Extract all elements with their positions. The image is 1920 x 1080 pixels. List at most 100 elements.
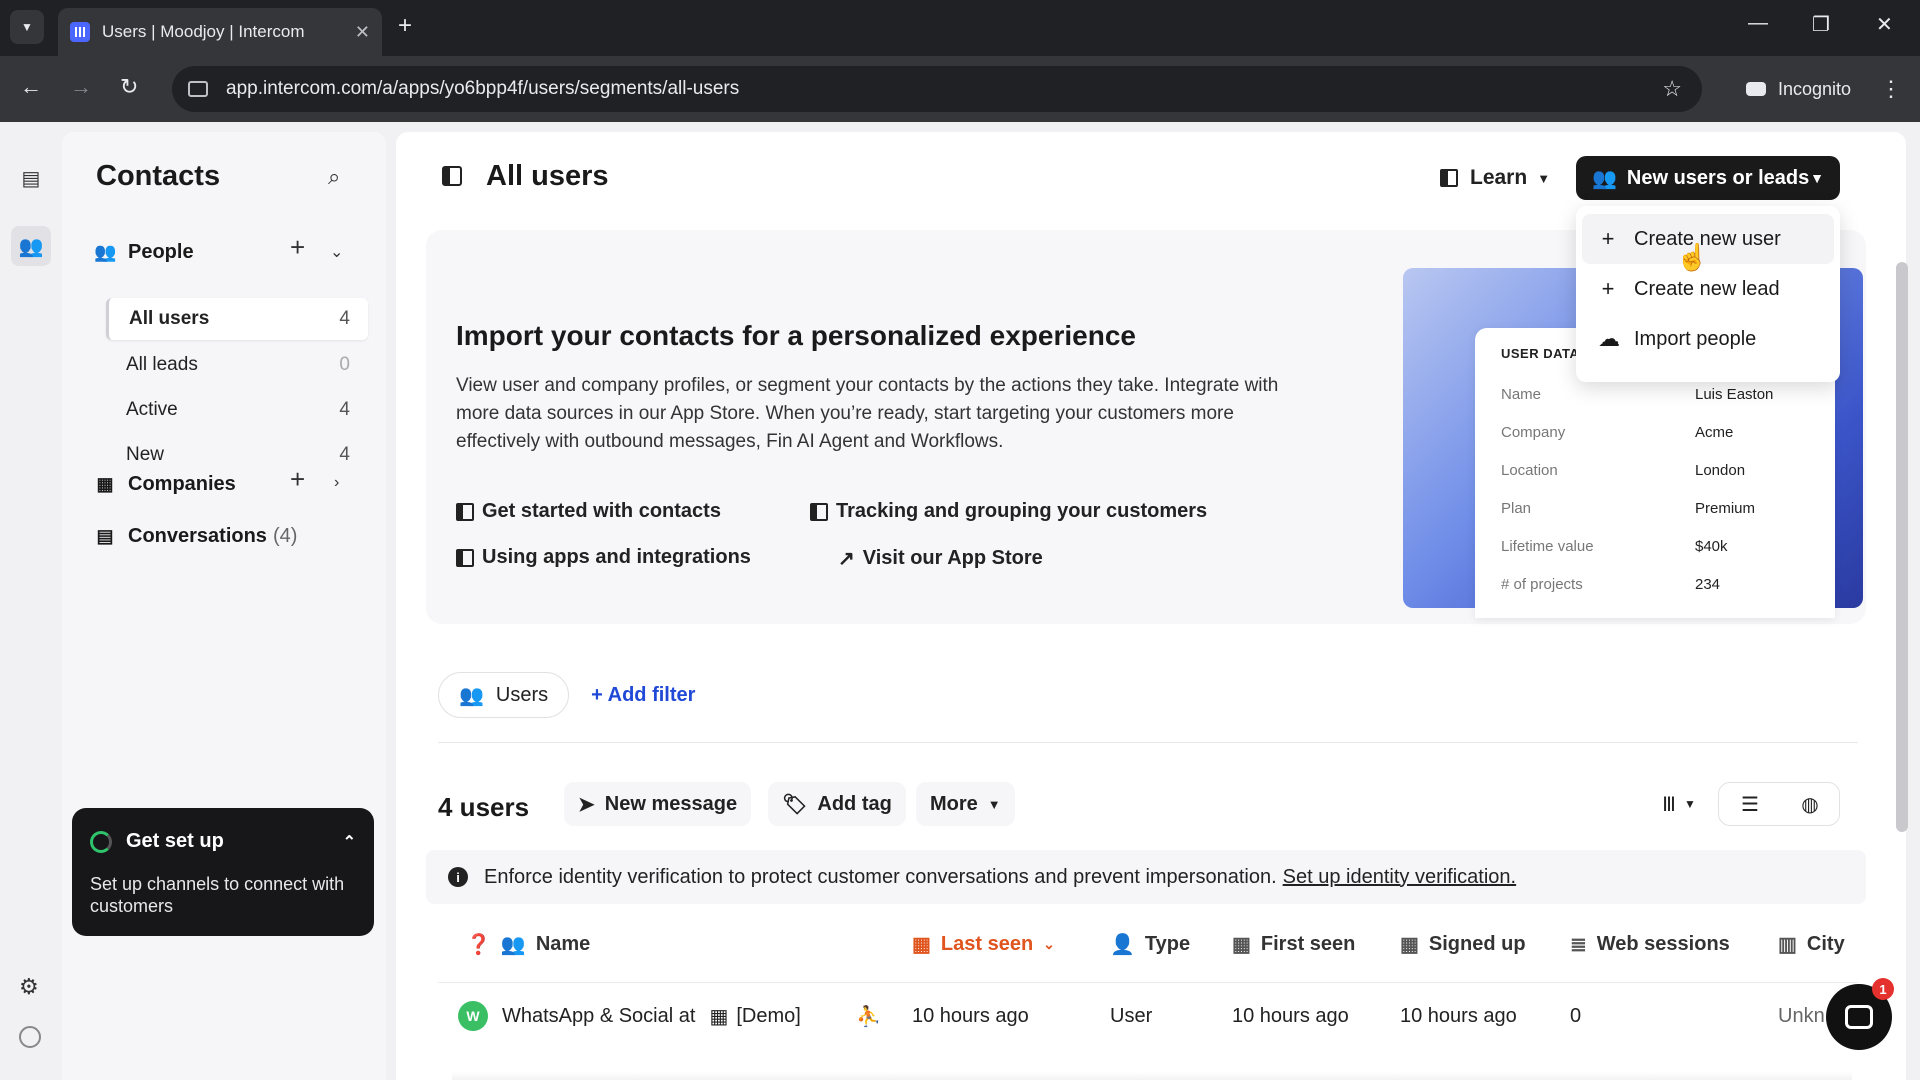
setup-identity-verification-link[interactable]: Set up identity verification. bbox=[1283, 866, 1516, 889]
add-company-segment-button[interactable]: + bbox=[290, 464, 305, 495]
user-data-row: Plan Premium bbox=[1501, 489, 1809, 527]
column-label: Last seen bbox=[940, 932, 1034, 955]
tab-title: Users | Moodjoy | Intercom bbox=[102, 22, 305, 41]
column-header-type[interactable]: 👤 Type bbox=[1110, 922, 1190, 966]
calendar-icon: ▦ bbox=[912, 933, 931, 956]
link-apps-integrations[interactable]: Using apps and integrations bbox=[456, 546, 751, 569]
close-tab-icon[interactable]: ✕ bbox=[355, 22, 370, 43]
column-header-last-seen[interactable]: ▦ Last seen ⌄ bbox=[912, 922, 1055, 966]
segment-label: Users bbox=[495, 683, 549, 706]
column-label: Name bbox=[535, 932, 591, 955]
segment-users-pill[interactable]: 👥 Users bbox=[438, 672, 570, 718]
messenger-launcher[interactable]: 1 bbox=[1826, 978, 1894, 1050]
company-icon: ▦ bbox=[709, 1005, 729, 1028]
forward-icon[interactable]: → bbox=[70, 74, 92, 100]
new-message-button[interactable]: ➤ New message bbox=[564, 782, 752, 826]
learn-button[interactable]: Learn ▼ bbox=[1426, 156, 1564, 200]
table-row-name-cell[interactable]: W WhatsApp & Social at ▦ [Demo] bbox=[458, 992, 801, 1040]
page-title: All users bbox=[486, 160, 609, 192]
sidebar-item-count: 0 bbox=[339, 354, 350, 375]
people-section[interactable]: 👥 People bbox=[94, 234, 194, 270]
chevron-down-icon[interactable]: ⌄ bbox=[330, 242, 343, 262]
table-cell-first-seen: 10 hours ago bbox=[1232, 1004, 1349, 1027]
inbox-nav-icon[interactable]: ▤ bbox=[11, 158, 51, 198]
menu-item-label: Import people bbox=[1634, 327, 1757, 350]
user-name: WhatsApp & Social at bbox=[502, 1004, 696, 1027]
bookmark-star-icon[interactable]: ☆ bbox=[1662, 76, 1682, 102]
conversations-count: (4) bbox=[272, 524, 298, 547]
progress-ring-icon bbox=[90, 830, 112, 853]
close-window-icon[interactable]: ✕ bbox=[1876, 12, 1893, 37]
companies-section[interactable]: ▦ Companies bbox=[94, 466, 235, 502]
toggle-sidebar-icon[interactable] bbox=[442, 166, 462, 186]
search-icon[interactable]: ⌕ bbox=[328, 164, 340, 190]
url-field[interactable]: app.intercom.com/a/apps/yo6bpp4f/users/s… bbox=[172, 66, 1702, 112]
add-filter-button[interactable]: + Add filter bbox=[591, 684, 695, 707]
contacts-nav-icon[interactable]: 👥 bbox=[11, 226, 51, 266]
sidebar-item-all-users[interactable]: All users 4 bbox=[106, 298, 368, 340]
tab-list-button[interactable]: ▼ bbox=[10, 10, 44, 44]
restore-icon[interactable]: ❐ bbox=[1812, 12, 1830, 37]
list-view-icon[interactable]: ☰ bbox=[1722, 782, 1778, 826]
link-tracking-grouping[interactable]: Tracking and grouping your customers bbox=[810, 500, 1207, 523]
reload-icon[interactable]: ↻ bbox=[120, 74, 138, 100]
browser-tab[interactable]: Users | Moodjoy | Intercom ✕ bbox=[58, 8, 382, 56]
user-data-key: Plan bbox=[1501, 499, 1532, 517]
link-get-started-contacts[interactable]: Get started with contacts bbox=[456, 500, 721, 523]
add-tag-button[interactable]: 🏷 Add tag bbox=[768, 782, 906, 826]
table-divider bbox=[438, 982, 1858, 983]
plus-icon: + bbox=[1601, 226, 1615, 251]
user-data-row: Lifetime value $40k bbox=[1501, 527, 1809, 565]
column-header-signed-up[interactable]: ▦ Signed up bbox=[1400, 922, 1526, 966]
settings-icon[interactable]: ⚙ bbox=[19, 974, 39, 1000]
notice-text: Enforce identity verification to protect… bbox=[484, 865, 1277, 888]
user-data-value: Premium bbox=[1695, 499, 1756, 517]
site-settings-icon[interactable] bbox=[188, 81, 208, 97]
get-set-up-card[interactable]: Get set up ⌃ Set up channels to connect … bbox=[72, 808, 374, 936]
table-cell-city: Unkn bbox=[1778, 1004, 1825, 1027]
left-rail: ▤ 👥 ⚙ bbox=[0, 122, 62, 1080]
conversations-section[interactable]: ▤ Conversations (4) bbox=[94, 518, 297, 554]
link-label: Get started with contacts bbox=[482, 500, 721, 522]
setup-title: Get set up bbox=[126, 830, 224, 852]
avatar: W bbox=[458, 1001, 488, 1031]
incognito-icon bbox=[1746, 82, 1766, 96]
column-header-city[interactable]: ▥ City bbox=[1778, 922, 1845, 966]
minimize-icon[interactable]: — bbox=[1748, 12, 1768, 35]
caret-down-icon: ▼ bbox=[987, 796, 1001, 812]
building-icon: ▥ bbox=[1778, 933, 1797, 956]
chevron-up-icon[interactable]: ⌃ bbox=[343, 832, 356, 852]
plus-icon: + bbox=[1601, 276, 1615, 301]
user-data-row: Location London bbox=[1501, 451, 1809, 489]
tag-icon: 🏷 bbox=[782, 793, 808, 816]
incognito-label: Incognito bbox=[1778, 78, 1852, 99]
incognito-indicator[interactable]: Incognito bbox=[1728, 66, 1870, 112]
chevron-right-icon[interactable]: › bbox=[334, 474, 339, 492]
link-label: Using apps and integrations bbox=[482, 546, 751, 568]
intercom-app: ▤ 👥 ⚙ Contacts ⌕ 👥 People + ⌄ All users … bbox=[0, 122, 1920, 1080]
new-message-label: New message bbox=[604, 792, 738, 815]
add-people-segment-button[interactable]: + bbox=[290, 232, 305, 263]
column-header-web-sessions[interactable]: ≣ Web sessions bbox=[1570, 922, 1730, 966]
browser-tab-bar: ▼ Users | Moodjoy | Intercom ✕ + — ❐ ✕ bbox=[0, 0, 1920, 56]
person-icon: 👤 bbox=[1110, 933, 1135, 956]
column-header-first-seen[interactable]: ▦ First seen bbox=[1232, 922, 1355, 966]
column-header-name[interactable]: ❓ 👥 Name bbox=[466, 922, 590, 966]
status-icon[interactable] bbox=[19, 1026, 41, 1048]
sidebar-item-active[interactable]: Active 4 bbox=[106, 389, 368, 431]
users-icon: 👥 bbox=[1592, 167, 1617, 190]
page-scrollbar[interactable] bbox=[1896, 262, 1908, 832]
menu-item-import-people[interactable]: ☁ Import people bbox=[1582, 314, 1834, 364]
sidebar-item-all-leads[interactable]: All leads 0 bbox=[106, 344, 368, 386]
link-label: Tracking and grouping your customers bbox=[836, 500, 1208, 522]
browser-menu-icon[interactable]: ⋮ bbox=[1880, 76, 1902, 102]
new-users-or-leads-button[interactable]: 👥 New users or leads ▼ bbox=[1576, 156, 1840, 200]
user-data-key: Lifetime value bbox=[1501, 537, 1594, 555]
more-button[interactable]: More ▼ bbox=[916, 782, 1015, 826]
map-view-icon[interactable]: ◍ bbox=[1782, 782, 1838, 826]
columns-toggle-button[interactable]: Ⅲ ▼ bbox=[1646, 782, 1712, 826]
back-icon[interactable]: ← bbox=[20, 74, 42, 100]
new-tab-button[interactable]: + bbox=[398, 12, 412, 40]
link-visit-app-store[interactable]: ↗ Visit our App Store bbox=[838, 546, 1043, 571]
table-row bbox=[452, 1072, 1852, 1080]
